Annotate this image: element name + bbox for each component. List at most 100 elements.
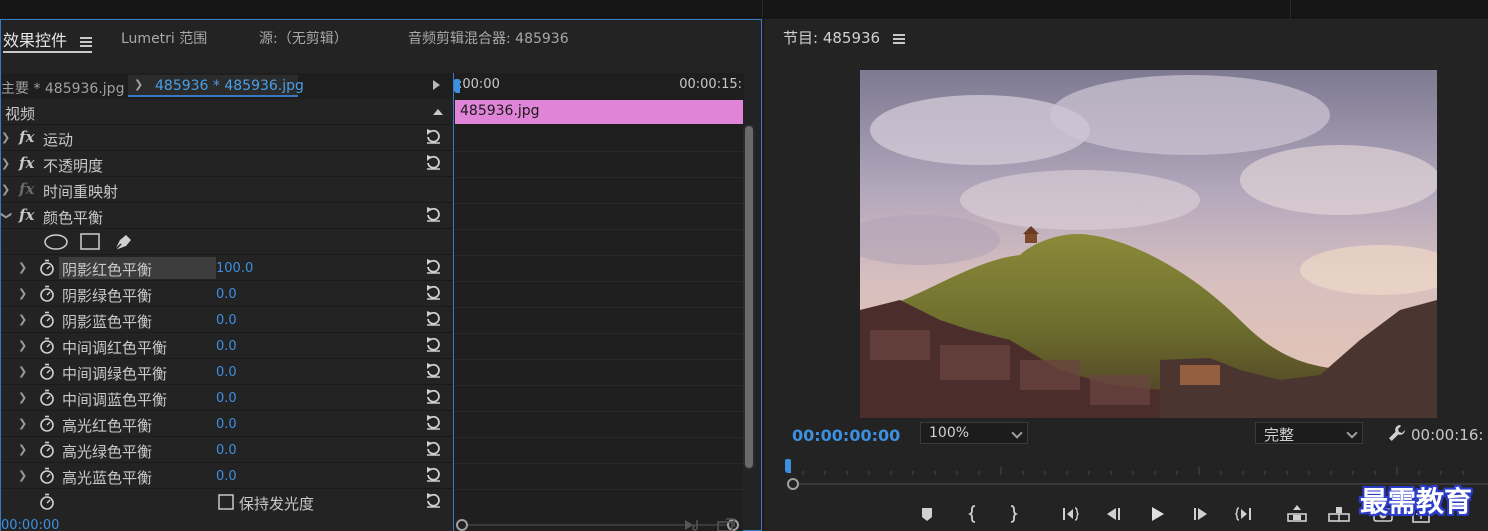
video-preview[interactable] <box>860 70 1437 418</box>
playhead-marker[interactable] <box>454 79 460 93</box>
mark-in-icon[interactable] <box>961 502 985 526</box>
stopwatch-icon[interactable] <box>39 285 55 302</box>
fx-icon[interactable]: fx <box>19 128 34 146</box>
tab-audio-clip-mixer[interactable]: 音频剪辑混合器: 485936 <box>408 28 569 48</box>
param-value[interactable]: 100.0 <box>216 261 253 276</box>
step-back-icon[interactable] <box>1101 502 1125 526</box>
chevron-right-icon[interactable]: ❯ <box>18 261 27 274</box>
reset-icon[interactable] <box>425 258 442 275</box>
stopwatch-icon[interactable] <box>39 441 55 458</box>
zoom-handle[interactable] <box>787 478 799 490</box>
chevron-right-icon[interactable]: ❯ <box>18 391 27 404</box>
step-forward-icon[interactable] <box>1189 502 1213 526</box>
program-monitor-title[interactable]: 节目: 485936 <box>783 27 905 48</box>
effect-row-color-balance[interactable]: ❯ fx 颜色平衡 <box>0 203 453 229</box>
scrollbar-thumb[interactable] <box>745 126 753 468</box>
param-value[interactable]: 0.0 <box>216 469 237 484</box>
reset-icon[interactable] <box>425 206 442 223</box>
param-value[interactable]: 0.0 <box>216 391 237 406</box>
add-marker-icon[interactable] <box>915 502 939 526</box>
pen-mask-icon[interactable] <box>112 232 134 252</box>
param-value[interactable]: 0.0 <box>216 417 237 432</box>
reset-icon[interactable] <box>425 336 442 353</box>
reset-icon[interactable] <box>425 388 442 405</box>
clip-selector-dropdown[interactable]: ❯ 485936 * 485936.jpg <box>128 75 304 97</box>
collapse-up-icon[interactable] <box>433 108 443 116</box>
stopwatch-icon[interactable] <box>39 389 55 406</box>
param-value[interactable]: 0.0 <box>216 339 237 354</box>
param-row[interactable]: ❯ 高光红色平衡 0.0 <box>1 411 453 437</box>
play-icon[interactable] <box>1145 502 1169 526</box>
go-to-out-icon[interactable] <box>1231 502 1255 526</box>
reset-icon[interactable] <box>425 440 442 457</box>
playback-quality-dropdown[interactable]: 完整 <box>1255 422 1363 444</box>
chevron-right-icon[interactable]: ❯ <box>1 157 10 170</box>
chevron-right-icon[interactable]: ❯ <box>18 339 27 352</box>
scroll-left-handle[interactable] <box>456 519 468 531</box>
stopwatch-icon[interactable] <box>39 415 55 432</box>
param-row[interactable]: ❯ 中间调红色平衡 0.0 <box>1 333 453 359</box>
play-clip-icon[interactable] <box>433 80 440 90</box>
chevron-right-icon[interactable]: ❯ <box>18 287 27 300</box>
param-row[interactable]: ❯ 阴影红色平衡 100.0 <box>1 255 453 281</box>
panel-menu-icon[interactable] <box>80 37 93 47</box>
effect-timeline[interactable]: :00:00 00:00:15: 485936.jpg <box>453 73 744 531</box>
fx-icon[interactable]: fx <box>19 206 34 224</box>
effect-row-time-remapping[interactable]: ❯ fx 时间重映射 <box>1 177 453 203</box>
param-value[interactable]: 0.0 <box>216 365 237 380</box>
chevron-right-icon[interactable]: ❯ <box>1 183 10 196</box>
chevron-right-icon[interactable]: ❯ <box>1 131 10 144</box>
chevron-right-icon[interactable]: ❯ <box>18 365 27 378</box>
tab-lumetri-scopes[interactable]: Lumetri 范围 <box>121 28 207 48</box>
param-value[interactable]: 0.0 <box>216 313 237 328</box>
export-frame-icon[interactable] <box>716 518 738 531</box>
current-time-readout[interactable]: 00:00:00 <box>1 518 59 531</box>
chevron-right-icon[interactable]: ❯ <box>18 443 27 456</box>
tab-effect-controls[interactable]: 效果控件 <box>3 27 93 53</box>
reset-icon[interactable] <box>425 492 442 509</box>
param-row[interactable]: ❯ 中间调绿色平衡 0.0 <box>1 359 453 385</box>
lift-icon[interactable] <box>1285 502 1309 526</box>
go-to-in-icon[interactable] <box>1059 502 1083 526</box>
rectangle-mask-icon[interactable] <box>80 233 100 251</box>
stopwatch-icon[interactable] <box>39 363 55 380</box>
stopwatch-icon[interactable] <box>39 467 55 484</box>
param-row[interactable]: ❯ 高光蓝色平衡 0.0 <box>1 463 453 489</box>
wrench-icon[interactable] <box>1387 423 1407 443</box>
param-value[interactable]: 0.0 <box>216 287 237 302</box>
playhead-timecode[interactable]: 00:00:00:00 <box>792 426 900 445</box>
panel-menu-icon[interactable] <box>892 34 905 44</box>
ellipse-mask-icon[interactable] <box>44 234 68 250</box>
reset-icon[interactable] <box>425 310 442 327</box>
playhead-marker[interactable] <box>785 459 791 473</box>
reset-icon[interactable] <box>425 362 442 379</box>
reset-icon[interactable] <box>425 466 442 483</box>
vertical-scrollbar[interactable] <box>743 124 755 470</box>
param-row[interactable]: ❯ 阴影绿色平衡 0.0 <box>1 281 453 307</box>
param-value[interactable]: 0.0 <box>216 443 237 458</box>
reset-icon[interactable] <box>425 128 442 145</box>
preserve-luminosity-row[interactable]: 保持发光度 <box>1 489 453 515</box>
clip-bar[interactable]: 485936.jpg <box>455 100 743 124</box>
chevron-right-icon[interactable]: ❯ <box>18 469 27 482</box>
preserve-luminosity-checkbox[interactable] <box>218 494 234 510</box>
chevron-right-icon[interactable]: ❯ <box>18 417 27 430</box>
audio-play-icon[interactable] <box>683 518 705 531</box>
chevron-right-icon[interactable]: ❯ <box>18 313 27 326</box>
stopwatch-icon[interactable] <box>39 337 55 354</box>
param-row[interactable]: ❯ 高光绿色平衡 0.0 <box>1 437 453 463</box>
stopwatch-icon[interactable] <box>39 259 55 276</box>
effect-row-opacity[interactable]: ❯ fx 不透明度 <box>1 151 453 177</box>
reset-icon[interactable] <box>425 414 442 431</box>
mark-out-icon[interactable] <box>1001 502 1025 526</box>
reset-icon[interactable] <box>425 154 442 171</box>
zoom-level-dropdown[interactable]: 100% <box>920 422 1028 444</box>
param-row[interactable]: ❯ 中间调蓝色平衡 0.0 <box>1 385 453 411</box>
master-clip-label[interactable]: 主要 * 485936.jpg <box>1 78 124 98</box>
tab-source[interactable]: 源:（无剪辑） <box>259 28 348 48</box>
video-section-header[interactable]: 视频 <box>1 99 453 125</box>
extract-icon[interactable] <box>1327 502 1351 526</box>
fx-icon[interactable]: fx <box>19 154 34 172</box>
reset-icon[interactable] <box>425 284 442 301</box>
param-row[interactable]: ❯ 阴影蓝色平衡 0.0 <box>1 307 453 333</box>
